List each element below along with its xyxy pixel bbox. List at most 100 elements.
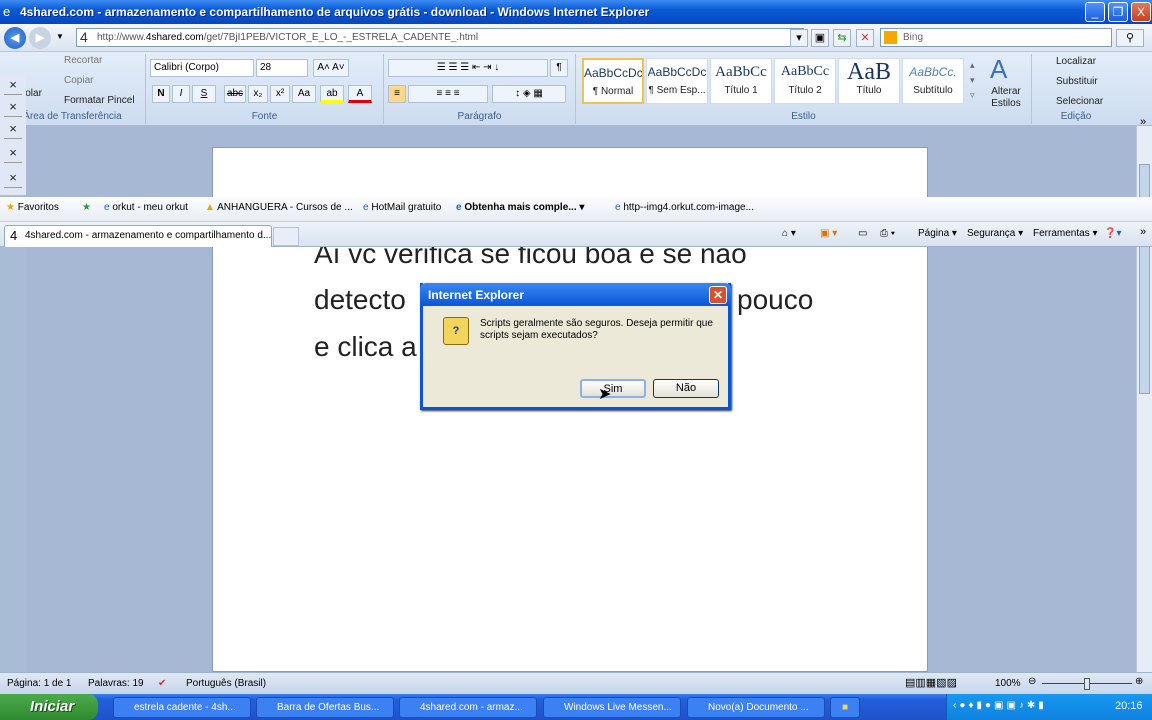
forward-button[interactable]: ▶ — [29, 27, 51, 49]
style-normal[interactable]: AaBbCcDc ¶ Normal — [582, 58, 644, 104]
close-button[interactable]: X — [1131, 2, 1151, 22]
add-favorite-icon[interactable]: ★ — [82, 202, 91, 213]
superscript-button[interactable]: x² — [270, 85, 290, 103]
list-indent-buttons[interactable]: ☰ ☰ ☰ ⇤ ⇥ ↓ — [388, 59, 548, 77]
underline-button[interactable]: S — [192, 85, 216, 103]
highlight-icon[interactable]: ab — [320, 85, 344, 103]
favorite-link[interactable]: e HotMail gratuito — [363, 202, 441, 213]
search-input[interactable]: Bing — [880, 28, 1112, 47]
word-count[interactable]: Palavras: 19 — [88, 678, 144, 689]
home-icon[interactable]: ⌂ ▾ — [782, 228, 796, 239]
bold-button[interactable]: N — [152, 85, 170, 103]
close-icon[interactable]: × — [4, 170, 22, 188]
style-no-spacing[interactable]: AaBbCcDc ¶ Sem Esp... — [646, 58, 708, 104]
help-icon[interactable]: ❓▾ — [1104, 228, 1121, 239]
align-left-icon[interactable]: ≡ — [388, 85, 406, 103]
print-icon[interactable]: ⎙ ▾ — [880, 228, 895, 239]
tab-4shared[interactable]: 4 4shared.com - armazenamento e compartil… — [4, 225, 272, 247]
proofing-icon[interactable]: ✔ — [158, 678, 166, 689]
maximize-button[interactable]: ❐ — [1108, 2, 1128, 22]
favorite-link[interactable]: e orkut - meu orkut — [104, 202, 188, 213]
taskbar-item[interactable]: Barra de Ofertas Bus... — [256, 697, 394, 718]
taskbar-item[interactable]: estrela cadente - 4sh... — [113, 697, 251, 718]
subscript-button[interactable]: x₂ — [248, 85, 268, 103]
paragraph-label: Parágrafo — [457, 111, 502, 122]
zoom-in-icon[interactable]: ⊕ — [1135, 676, 1143, 687]
show-marks-button[interactable]: ¶ — [550, 59, 568, 77]
url-input[interactable]: http://www.4shared.com/get/7BjI1PEB/VICT… — [76, 28, 804, 47]
select-button[interactable]: Selecionar — [1056, 96, 1103, 107]
find-button[interactable]: Localizar — [1056, 56, 1096, 67]
start-button[interactable]: Iniciar — [0, 694, 98, 720]
page-menu[interactable]: Página ▾ — [918, 228, 957, 239]
change-case-button[interactable]: Aa — [292, 85, 316, 103]
tray-icons[interactable]: ‹●♦▮●▣▣♪✱▮ — [953, 700, 1047, 711]
page-count[interactable]: Página: 1 de 1 — [7, 678, 72, 689]
editing-label: Edição — [1060, 111, 1092, 122]
favorite-link[interactable]: e Obtenha mais comple... ▾ — [456, 202, 584, 213]
more-chevron-icon[interactable]: » — [1140, 116, 1146, 128]
compatibility-icon[interactable]: ▣ — [811, 29, 829, 47]
font-name-select[interactable]: Calibri (Corpo) — [150, 59, 254, 77]
system-tray: ‹●♦▮●▣▣♪✱▮ 20:16 — [946, 694, 1152, 720]
close-icon[interactable]: × — [4, 99, 22, 117]
strikethrough-button[interactable]: abc — [224, 85, 246, 103]
style-subtitle[interactable]: AaBbCc. Subtítulo — [902, 58, 964, 104]
format-painter-button[interactable]: Formatar Pincel — [64, 95, 135, 106]
search-icon[interactable]: ⚲ — [1116, 29, 1144, 47]
minimize-button[interactable]: _ — [1085, 2, 1105, 22]
copy-button[interactable]: Copiar — [64, 75, 93, 86]
yes-button[interactable]: Sim — [580, 379, 646, 398]
paragraph-group: ☰ ☰ ☰ ⇤ ⇥ ↓ ¶ ≡ ≡ ≡ ≡ ↕ ◈ ▦ Parágrafo — [384, 54, 576, 124]
styles-label: Estilo — [791, 111, 816, 122]
language[interactable]: Português (Brasil) — [186, 678, 266, 689]
taskbar: Iniciar estrela cadente - 4sh... Barra d… — [0, 694, 1152, 720]
stop-icon[interactable]: ✕ — [856, 29, 874, 47]
dialog-close-button[interactable]: ✕ — [709, 286, 727, 304]
ie-logo-icon: e — [3, 4, 11, 19]
grow-shrink-font-buttons[interactable]: A˄ A˅ — [313, 59, 349, 77]
style-heading-1[interactable]: AaBbCc Título 1 — [710, 58, 772, 104]
align-buttons[interactable]: ≡ ≡ ≡ — [408, 85, 488, 103]
styles-scroll-icon[interactable]: ▴ ▾ ▿ — [970, 58, 975, 103]
left-close-strip: × × × × × — [0, 75, 26, 195]
font-color-icon[interactable]: A — [348, 85, 372, 103]
folder-icon[interactable]: ■ — [830, 697, 860, 718]
feeds-icon[interactable]: ▣ ▾ — [820, 228, 837, 239]
italic-button[interactable]: I — [172, 85, 190, 103]
bing-icon — [884, 31, 897, 44]
history-dropdown-icon[interactable]: ▼ — [56, 32, 64, 41]
status-bar: Página: 1 de 1 Palavras: 19 ✔ Português … — [0, 672, 1152, 694]
taskbar-item[interactable]: Novo(a) Documento ... — [687, 697, 825, 718]
security-menu[interactable]: Segurança ▾ — [967, 228, 1023, 239]
refresh-icon[interactable]: ⇆ — [833, 29, 851, 47]
zoom-slider-thumb[interactable] — [1084, 678, 1090, 690]
taskbar-item[interactable]: Windows Live Messen... — [543, 697, 681, 718]
back-button[interactable]: ◀ — [4, 27, 26, 49]
tools-menu[interactable]: Ferramentas ▾ — [1033, 228, 1098, 239]
no-button[interactable]: Não — [653, 379, 719, 398]
spacing-shading-border-buttons[interactable]: ↕ ◈ ▦ — [492, 85, 566, 103]
change-styles-button[interactable]: Alterar Estilos — [984, 86, 1028, 110]
favorite-link[interactable]: e http--img4.orkut.com-image... — [615, 202, 754, 213]
close-icon[interactable]: × — [4, 121, 22, 139]
new-tab-button[interactable] — [273, 227, 299, 246]
zoom-out-icon[interactable]: ⊖ — [1028, 676, 1036, 687]
font-size-select[interactable]: 28 — [256, 59, 308, 77]
replace-button[interactable]: Substituir — [1056, 76, 1098, 87]
favorites-button[interactable]: ★ Favoritos — [6, 202, 59, 213]
url-dropdown-icon[interactable]: ▾ — [790, 29, 808, 47]
taskbar-item[interactable]: 4shared.com - armaz... — [399, 697, 537, 718]
close-icon[interactable]: × — [4, 77, 22, 95]
zoom-level[interactable]: 100% — [995, 678, 1021, 689]
view-buttons[interactable]: ▤▥▦▧▨ — [905, 676, 957, 689]
cut-button[interactable]: Recortar — [64, 55, 102, 66]
more-chevron-icon[interactable]: » — [1140, 226, 1146, 238]
favorite-link[interactable]: ▲ ANHANGUERA - Cursos de ... — [205, 202, 353, 213]
mail-icon[interactable]: ▭ — [858, 228, 867, 239]
style-heading-2[interactable]: AaBbCc Título 2 — [774, 58, 836, 104]
close-icon[interactable]: × — [4, 145, 22, 163]
site-icon: 4 — [80, 29, 88, 45]
change-styles-icon[interactable]: A — [990, 54, 1007, 85]
style-title[interactable]: AaB Título — [838, 58, 900, 104]
